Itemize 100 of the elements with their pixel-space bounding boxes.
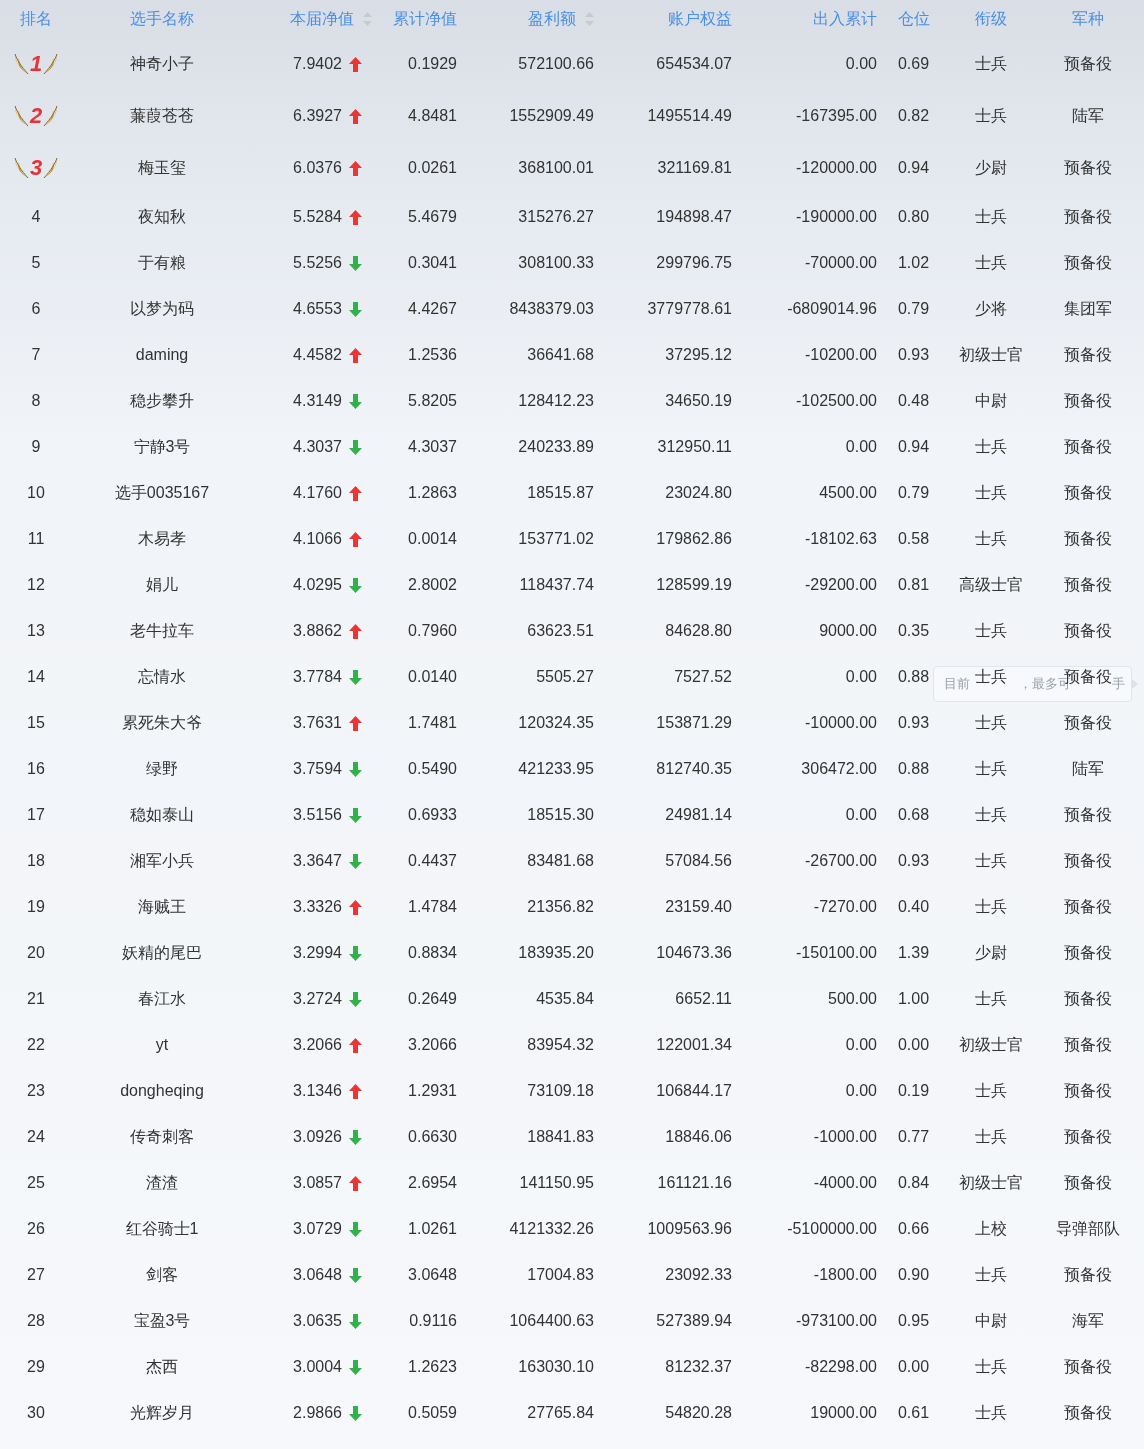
cumulative-value: 2.6954 xyxy=(408,1174,457,1192)
column-header: 出入累计 xyxy=(813,8,877,29)
player-name: 红谷骑士1 xyxy=(125,1218,199,1239)
player-name: 老牛拉车 xyxy=(130,620,194,641)
wing-icon xyxy=(43,52,60,76)
profit-amount: 1064400.63 xyxy=(509,1312,594,1330)
rank-title: 士兵 xyxy=(975,988,1007,1009)
cumulative-value: 0.1929 xyxy=(408,55,457,73)
rank-title: 上校 xyxy=(975,1218,1007,1239)
account-equity: 24981.14 xyxy=(665,806,732,824)
profit-amount: 128412.23 xyxy=(518,392,594,410)
rank-medal: 1 xyxy=(12,51,60,77)
position-ratio: 0.19 xyxy=(897,1082,930,1100)
position-ratio: 0.79 xyxy=(897,300,930,318)
net-value: 7.9402 xyxy=(293,55,342,73)
net-value: 3.2994 xyxy=(293,944,342,962)
rank-number: 11 xyxy=(27,530,45,548)
wing-icon xyxy=(12,52,29,76)
account-equity: 18846.06 xyxy=(665,1128,732,1146)
net-value: 6.0376 xyxy=(293,159,342,177)
player-name: 稳如泰山 xyxy=(130,804,194,825)
position-ratio: 0.90 xyxy=(897,1266,930,1284)
player-name: 剑客 xyxy=(146,1264,178,1285)
account-equity: 312950.11 xyxy=(657,438,732,456)
column-header: 选手名称 xyxy=(130,8,194,29)
player-name: dongheqing xyxy=(120,1082,204,1100)
profit-amount: 5505.27 xyxy=(536,668,594,686)
account-equity: 7527.52 xyxy=(674,668,732,686)
rank-title: 士兵 xyxy=(975,712,1007,733)
profit-amount: 63623.51 xyxy=(527,622,594,640)
net-value: 3.7594 xyxy=(293,760,342,778)
cash-flow-total: -6809014.96 xyxy=(787,300,877,318)
net-value: 3.0648 xyxy=(293,1266,342,1284)
player-name: 宝盈3号 xyxy=(133,1310,191,1331)
net-value: 3.0926 xyxy=(293,1128,342,1146)
cash-flow-total: 4500.00 xyxy=(819,484,877,502)
player-name: 杰西 xyxy=(146,1356,178,1377)
rank-title: 初级士官 xyxy=(959,1034,1023,1055)
net-value: 2.9866 xyxy=(293,1404,342,1422)
profit-amount: 1552909.49 xyxy=(509,107,594,125)
net-value: 3.7631 xyxy=(293,714,342,732)
position-ratio: 0.84 xyxy=(897,1174,930,1192)
profit-amount: 315276.27 xyxy=(518,208,594,226)
column-header[interactable]: 本届净值 xyxy=(290,8,372,30)
cumulative-value: 4.8481 xyxy=(408,107,457,125)
position-ratio: 0.61 xyxy=(897,1404,930,1422)
cash-flow-total: -7270.00 xyxy=(813,898,877,916)
cumulative-value: 1.2536 xyxy=(408,346,457,364)
cumulative-value: 0.0140 xyxy=(408,668,457,686)
position-ratio: 0.93 xyxy=(897,346,930,364)
profit-amount: 18841.83 xyxy=(527,1128,594,1146)
account-equity: 527389.94 xyxy=(656,1312,732,1330)
cash-flow-total: -70000.00 xyxy=(804,254,877,272)
cumulative-value: 0.0014 xyxy=(408,530,457,548)
player-name: 蒹葭苍苍 xyxy=(130,105,194,126)
rank-medal: 3 xyxy=(12,155,60,181)
column-header: 军种 xyxy=(1072,8,1104,29)
net-value: 3.1346 xyxy=(293,1082,342,1100)
account-equity: 299796.75 xyxy=(656,254,732,272)
cumulative-value: 3.0648 xyxy=(408,1266,457,1284)
player-name: 梅玉玺 xyxy=(138,157,186,178)
profit-amount: 368100.01 xyxy=(518,159,594,177)
player-name: 夜知秋 xyxy=(138,206,186,227)
cash-flow-total: -4000.00 xyxy=(813,1174,877,1192)
rank-number: 27 xyxy=(27,1266,45,1284)
player-name: 传奇刺客 xyxy=(130,1126,194,1147)
profit-amount: 240233.89 xyxy=(518,438,594,456)
service-branch: 预备役 xyxy=(1064,206,1112,227)
column-header[interactable]: 盈利额 xyxy=(528,8,594,30)
net-value: 3.0857 xyxy=(293,1174,342,1192)
rank-title: 少将 xyxy=(975,298,1007,319)
rank-number: 13 xyxy=(27,622,45,640)
position-ratio: 0.81 xyxy=(897,576,930,594)
position-ratio: 0.94 xyxy=(897,438,930,456)
player-name: 湘军小兵 xyxy=(130,850,194,871)
cash-flow-total: 0.00 xyxy=(845,1036,877,1054)
cumulative-value: 0.9116 xyxy=(409,1312,457,1330)
cash-flow-total: -18102.63 xyxy=(804,530,877,548)
player-name: 以梦为码 xyxy=(130,298,194,319)
rank-number: 25 xyxy=(27,1174,45,1192)
service-branch: 导弹部队 xyxy=(1056,1218,1120,1239)
profit-amount: 141150.95 xyxy=(519,1174,594,1192)
account-equity: 81232.37 xyxy=(665,1358,732,1376)
profit-amount: 4535.84 xyxy=(536,990,594,1008)
position-ratio: 0.48 xyxy=(897,392,930,410)
position-ratio: 0.88 xyxy=(897,668,930,686)
service-branch: 陆军 xyxy=(1072,758,1104,779)
profit-amount: 18515.30 xyxy=(527,806,594,824)
service-branch: 预备役 xyxy=(1064,1080,1112,1101)
position-ratio: 1.39 xyxy=(897,944,930,962)
net-value: 3.2066 xyxy=(293,1036,342,1054)
account-equity: 3779778.61 xyxy=(647,300,732,318)
player-name: 神奇小子 xyxy=(130,53,194,74)
cumulative-value: 5.4679 xyxy=(408,208,457,226)
player-name: 光辉岁月 xyxy=(130,1402,194,1423)
position-ratio: 0.82 xyxy=(897,107,930,125)
player-name: 绿野 xyxy=(146,758,178,779)
rank-title: 士兵 xyxy=(975,482,1007,503)
account-equity: 23092.33 xyxy=(665,1266,732,1284)
position-ratio: 1.00 xyxy=(897,990,930,1008)
